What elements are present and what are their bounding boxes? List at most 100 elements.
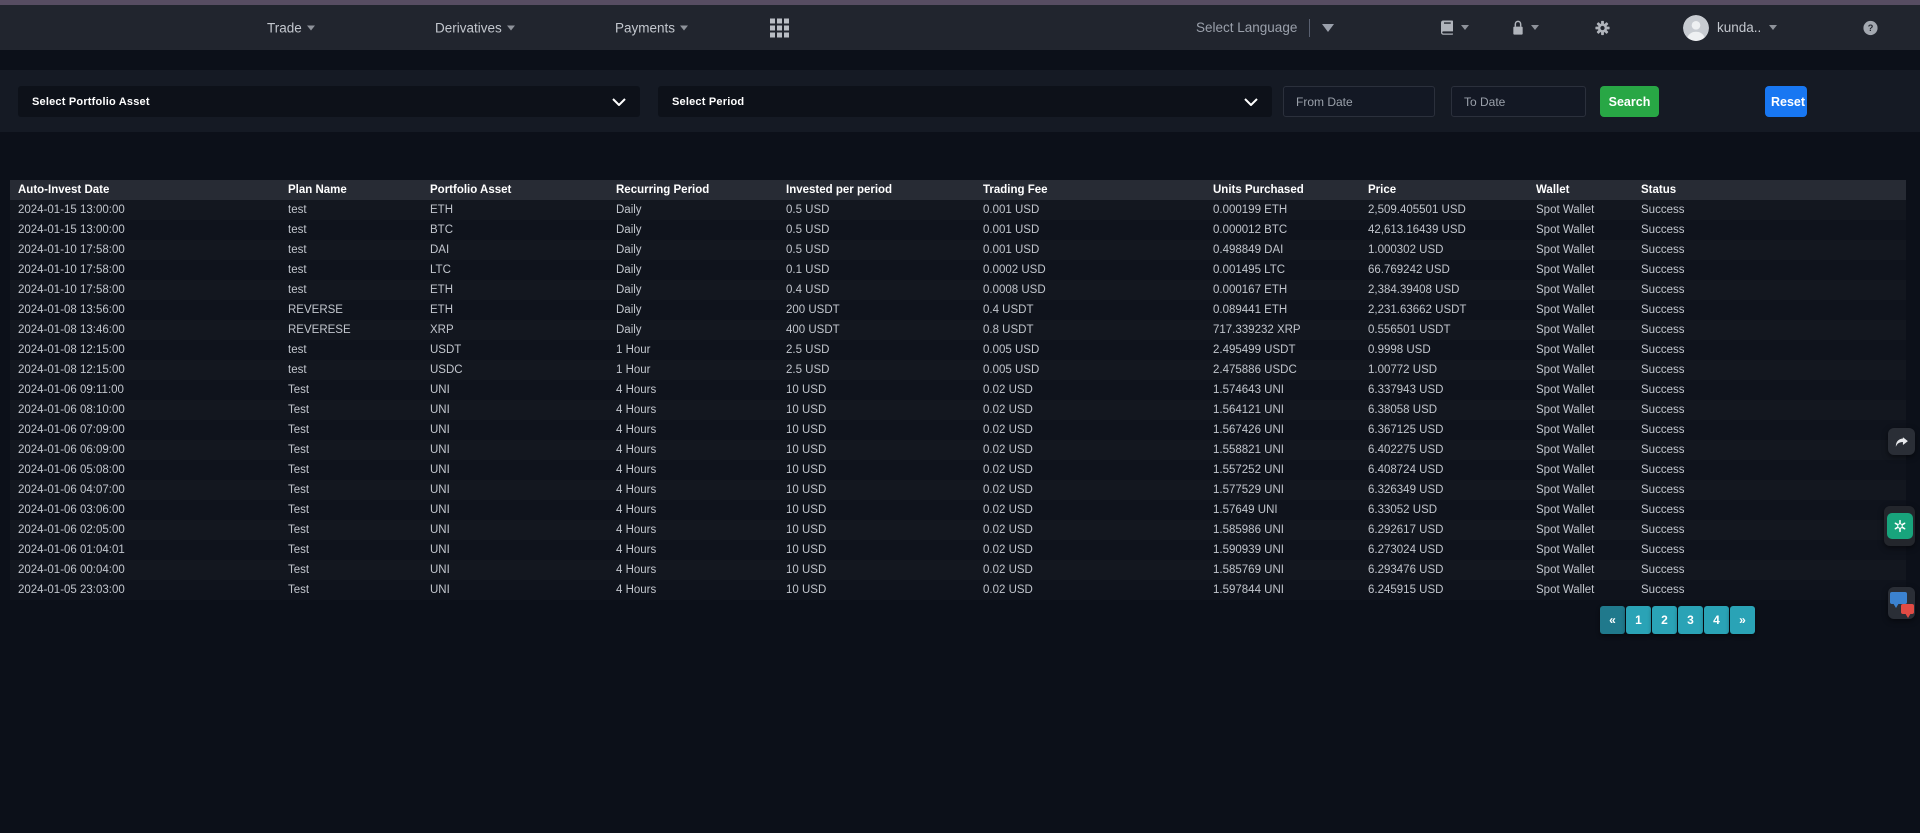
gear-icon bbox=[1594, 19, 1611, 36]
nav-derivatives[interactable]: Derivatives bbox=[435, 20, 515, 35]
cell-date: 2024-01-06 06:09:00 bbox=[10, 440, 280, 460]
pagination-page-3[interactable]: 3 bbox=[1678, 606, 1703, 634]
cell-fee: 0.001 USD bbox=[975, 240, 1205, 260]
period-select[interactable]: Select Period bbox=[658, 86, 1272, 117]
caret-down-icon bbox=[680, 25, 688, 30]
cell-date: 2024-01-06 00:04:00 bbox=[10, 560, 280, 580]
to-date-input[interactable] bbox=[1451, 86, 1586, 117]
cell-asset: ETH bbox=[422, 300, 608, 320]
pagination-prev-button[interactable]: « bbox=[1600, 606, 1625, 634]
cell-price: 6.273024 USD bbox=[1360, 540, 1528, 560]
cell-units: 2.495499 USDT bbox=[1205, 340, 1360, 360]
orders-menu[interactable] bbox=[1438, 19, 1469, 37]
cell-asset: UNI bbox=[422, 480, 608, 500]
cell-period: Daily bbox=[608, 240, 778, 260]
cell-period: Daily bbox=[608, 280, 778, 300]
pagination-page-1[interactable]: 1 bbox=[1626, 606, 1651, 634]
language-label: Select Language bbox=[1196, 20, 1297, 35]
reset-button[interactable]: Reset bbox=[1765, 86, 1807, 117]
table-row: 2024-01-08 12:15:00testUSDC1 Hour2.5 USD… bbox=[10, 360, 1906, 380]
cell-period: 4 Hours bbox=[608, 580, 778, 600]
cell-fee: 0.02 USD bbox=[975, 480, 1205, 500]
nav-trade-label: Trade bbox=[267, 20, 302, 35]
cell-price: 0.9998 USD bbox=[1360, 340, 1528, 360]
portfolio-asset-select[interactable]: Select Portfolio Asset bbox=[18, 86, 640, 117]
help-button[interactable]: ? bbox=[1862, 19, 1879, 36]
language-selector[interactable]: Select Language bbox=[1196, 19, 1334, 37]
cell-price: 6.292617 USD bbox=[1360, 520, 1528, 540]
cell-units: 2.475886 USDC bbox=[1205, 360, 1360, 380]
pagination-page-4[interactable]: 4 bbox=[1704, 606, 1729, 634]
cell-period: 4 Hours bbox=[608, 460, 778, 480]
help-icon: ? bbox=[1862, 19, 1879, 36]
cell-fee: 0.0008 USD bbox=[975, 280, 1205, 300]
cell-plan: Test bbox=[280, 380, 422, 400]
cell-asset: UNI bbox=[422, 560, 608, 580]
cell-period: 1 Hour bbox=[608, 360, 778, 380]
cell-status: Success bbox=[1633, 460, 1906, 480]
cell-period: Daily bbox=[608, 200, 778, 220]
search-button[interactable]: Search bbox=[1600, 86, 1659, 117]
cell-fee: 0.02 USD bbox=[975, 380, 1205, 400]
column-header-invested: Invested per period bbox=[778, 180, 975, 200]
pagination-page-2[interactable]: 2 bbox=[1652, 606, 1677, 634]
cell-fee: 0.001 USD bbox=[975, 200, 1205, 220]
cell-period: 4 Hours bbox=[608, 540, 778, 560]
chatgpt-extension-button[interactable] bbox=[1884, 506, 1915, 546]
nav-payments[interactable]: Payments bbox=[615, 20, 688, 35]
table-row: 2024-01-06 02:05:00TestUNI4 Hours10 USD0… bbox=[10, 520, 1906, 540]
cell-price: 6.293476 USD bbox=[1360, 560, 1528, 580]
cell-wallet: Spot Wallet bbox=[1528, 460, 1633, 480]
cell-date: 2024-01-10 17:58:00 bbox=[10, 260, 280, 280]
cell-price: 6.402275 USD bbox=[1360, 440, 1528, 460]
table-row: 2024-01-08 13:46:00REVERESEXRPDaily400 U… bbox=[10, 320, 1906, 340]
cell-invested: 0.4 USD bbox=[778, 280, 975, 300]
cell-status: Success bbox=[1633, 380, 1906, 400]
chatgpt-icon bbox=[1887, 513, 1913, 539]
cell-date: 2024-01-06 08:10:00 bbox=[10, 400, 280, 420]
cell-date: 2024-01-08 13:46:00 bbox=[10, 320, 280, 340]
user-menu[interactable]: kunda.. bbox=[1683, 15, 1777, 41]
cell-date: 2024-01-06 07:09:00 bbox=[10, 420, 280, 440]
cell-date: 2024-01-06 04:07:00 bbox=[10, 480, 280, 500]
cell-units: 1.557252 UNI bbox=[1205, 460, 1360, 480]
cell-price: 66.769242 USD bbox=[1360, 260, 1528, 280]
from-date-input[interactable] bbox=[1283, 86, 1435, 117]
nav-trade[interactable]: Trade bbox=[267, 20, 315, 35]
cell-invested: 2.5 USD bbox=[778, 360, 975, 380]
column-header-date: Auto-Invest Date bbox=[10, 180, 280, 200]
cell-date: 2024-01-15 13:00:00 bbox=[10, 220, 280, 240]
chat-bubbles-icon bbox=[1890, 592, 1914, 614]
cell-wallet: Spot Wallet bbox=[1528, 520, 1633, 540]
cell-units: 1.57649 UNI bbox=[1205, 500, 1360, 520]
cell-plan: test bbox=[280, 240, 422, 260]
share-shortcut-button[interactable] bbox=[1888, 428, 1915, 455]
security-menu[interactable] bbox=[1510, 19, 1539, 37]
cell-fee: 0.02 USD bbox=[975, 400, 1205, 420]
settings-button[interactable] bbox=[1594, 19, 1611, 36]
pagination-next-button[interactable]: » bbox=[1730, 606, 1755, 634]
cell-wallet: Spot Wallet bbox=[1528, 440, 1633, 460]
cell-period: Daily bbox=[608, 220, 778, 240]
auto-invest-history-page: Trade Derivatives Payments Select Langua… bbox=[0, 0, 1920, 833]
cell-asset: USDT bbox=[422, 340, 608, 360]
cell-plan: Test bbox=[280, 500, 422, 520]
table-row: 2024-01-05 23:03:00TestUNI4 Hours10 USD0… bbox=[10, 580, 1906, 600]
column-header-price: Price bbox=[1360, 180, 1528, 200]
cell-invested: 10 USD bbox=[778, 440, 975, 460]
cell-period: 4 Hours bbox=[608, 420, 778, 440]
cell-asset: UNI bbox=[422, 580, 608, 600]
cell-fee: 0.8 USDT bbox=[975, 320, 1205, 340]
caret-down-icon bbox=[1531, 25, 1539, 30]
cell-status: Success bbox=[1633, 420, 1906, 440]
cell-fee: 0.005 USD bbox=[975, 340, 1205, 360]
cell-status: Success bbox=[1633, 200, 1906, 220]
cell-invested: 10 USD bbox=[778, 520, 975, 540]
chat-extension-button[interactable] bbox=[1888, 587, 1915, 619]
caret-down-icon bbox=[507, 25, 515, 30]
cell-units: 717.339232 XRP bbox=[1205, 320, 1360, 340]
cell-units: 1.597844 UNI bbox=[1205, 580, 1360, 600]
cell-fee: 0.001 USD bbox=[975, 220, 1205, 240]
cell-plan: Test bbox=[280, 460, 422, 480]
apps-grid-icon[interactable] bbox=[770, 18, 789, 37]
